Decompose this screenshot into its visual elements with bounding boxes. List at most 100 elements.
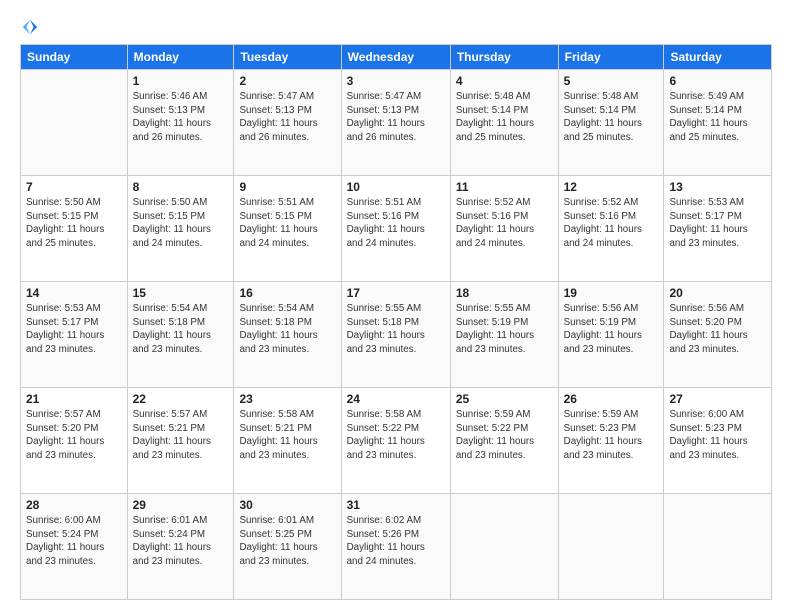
day-number: 25	[456, 392, 553, 406]
day-number: 23	[239, 392, 335, 406]
day-info: Sunrise: 6:01 AM Sunset: 5:24 PM Dayligh…	[133, 514, 229, 568]
calendar-cell: 23 Sunrise: 5:58 AM Sunset: 5:21 PM Dayli…	[234, 388, 341, 494]
logo-icon	[21, 18, 39, 36]
day-number: 11	[456, 180, 553, 194]
weekday-header: Friday	[558, 45, 664, 70]
day-number: 6	[669, 74, 766, 88]
calendar-cell	[558, 494, 664, 600]
weekday-header: Tuesday	[234, 45, 341, 70]
day-number: 24	[347, 392, 445, 406]
day-info: Sunrise: 5:49 AM Sunset: 5:14 PM Dayligh…	[669, 90, 766, 144]
calendar-week-row: 7 Sunrise: 5:50 AM Sunset: 5:15 PM Daylig…	[21, 176, 772, 282]
day-info: Sunrise: 5:47 AM Sunset: 5:13 PM Dayligh…	[239, 90, 335, 144]
calendar-week-row: 21Sunrise: 5:57 AM Sunset: 5:20 PM Dayli…	[21, 388, 772, 494]
day-info: Sunrise: 5:59 AM Sunset: 5:22 PM Dayligh…	[456, 408, 553, 462]
day-number: 8	[133, 180, 229, 194]
calendar-cell: 10Sunrise: 5:51 AM Sunset: 5:16 PM Dayli…	[341, 176, 450, 282]
day-info: Sunrise: 5:52 AM Sunset: 5:16 PM Dayligh…	[564, 196, 659, 250]
calendar-header-row: SundayMondayTuesdayWednesdayThursdayFrid…	[21, 45, 772, 70]
calendar-cell: 2 Sunrise: 5:47 AM Sunset: 5:13 PM Daylig…	[234, 70, 341, 176]
calendar-cell: 18 Sunrise: 5:55 AM Sunset: 5:19 PM Dayli…	[450, 282, 558, 388]
day-number: 5	[564, 74, 659, 88]
day-number: 31	[347, 498, 445, 512]
calendar-cell: 4 Sunrise: 5:48 AM Sunset: 5:14 PM Daylig…	[450, 70, 558, 176]
day-number: 18	[456, 286, 553, 300]
weekday-header: Wednesday	[341, 45, 450, 70]
weekday-header: Saturday	[664, 45, 772, 70]
day-info: Sunrise: 6:00 AM Sunset: 5:23 PM Dayligh…	[669, 408, 766, 462]
day-info: Sunrise: 5:52 AM Sunset: 5:16 PM Dayligh…	[456, 196, 553, 250]
calendar-cell	[450, 494, 558, 600]
calendar-cell: 26 Sunrise: 5:59 AM Sunset: 5:23 PM Dayli…	[558, 388, 664, 494]
day-info: Sunrise: 5:46 AM Sunset: 5:13 PM Dayligh…	[133, 90, 229, 144]
calendar-cell: 29Sunrise: 6:01 AM Sunset: 5:24 PM Dayli…	[127, 494, 234, 600]
calendar-cell: 5 Sunrise: 5:48 AM Sunset: 5:14 PM Daylig…	[558, 70, 664, 176]
day-info: Sunrise: 5:53 AM Sunset: 5:17 PM Dayligh…	[669, 196, 766, 250]
day-info: Sunrise: 5:55 AM Sunset: 5:18 PM Dayligh…	[347, 302, 445, 356]
day-number: 19	[564, 286, 659, 300]
calendar-cell: 7 Sunrise: 5:50 AM Sunset: 5:15 PM Daylig…	[21, 176, 128, 282]
calendar-cell: 27 Sunrise: 6:00 AM Sunset: 5:23 PM Dayli…	[664, 388, 772, 494]
day-info: Sunrise: 6:01 AM Sunset: 5:25 PM Dayligh…	[239, 514, 335, 568]
day-info: Sunrise: 5:58 AM Sunset: 5:22 PM Dayligh…	[347, 408, 445, 462]
calendar-cell: 22Sunrise: 5:57 AM Sunset: 5:21 PM Dayli…	[127, 388, 234, 494]
day-number: 12	[564, 180, 659, 194]
day-info: Sunrise: 5:50 AM Sunset: 5:15 PM Dayligh…	[133, 196, 229, 250]
day-number: 7	[26, 180, 122, 194]
day-info: Sunrise: 5:53 AM Sunset: 5:17 PM Dayligh…	[26, 302, 122, 356]
day-info: Sunrise: 5:54 AM Sunset: 5:18 PM Dayligh…	[239, 302, 335, 356]
calendar-cell: 6 Sunrise: 5:49 AM Sunset: 5:14 PM Daylig…	[664, 70, 772, 176]
day-info: Sunrise: 5:56 AM Sunset: 5:19 PM Dayligh…	[564, 302, 659, 356]
calendar-cell	[664, 494, 772, 600]
day-info: Sunrise: 5:48 AM Sunset: 5:14 PM Dayligh…	[456, 90, 553, 144]
weekday-header: Thursday	[450, 45, 558, 70]
calendar-cell: 11 Sunrise: 5:52 AM Sunset: 5:16 PM Dayli…	[450, 176, 558, 282]
calendar-cell: 24 Sunrise: 5:58 AM Sunset: 5:22 PM Dayli…	[341, 388, 450, 494]
day-number: 13	[669, 180, 766, 194]
calendar-cell: 12 Sunrise: 5:52 AM Sunset: 5:16 PM Dayli…	[558, 176, 664, 282]
day-number: 28	[26, 498, 122, 512]
calendar-cell	[21, 70, 128, 176]
day-number: 14	[26, 286, 122, 300]
day-number: 17	[347, 286, 445, 300]
calendar-table: SundayMondayTuesdayWednesdayThursdayFrid…	[20, 44, 772, 600]
calendar-cell: 28 Sunrise: 6:00 AM Sunset: 5:24 PM Dayli…	[21, 494, 128, 600]
day-info: Sunrise: 5:58 AM Sunset: 5:21 PM Dayligh…	[239, 408, 335, 462]
calendar-week-row: 1 Sunrise: 5:46 AM Sunset: 5:13 PM Daylig…	[21, 70, 772, 176]
calendar-cell: 25 Sunrise: 5:59 AM Sunset: 5:22 PM Dayli…	[450, 388, 558, 494]
day-info: Sunrise: 5:57 AM Sunset: 5:20 PM Dayligh…	[26, 408, 122, 462]
calendar-week-row: 14 Sunrise: 5:53 AM Sunset: 5:17 PM Dayli…	[21, 282, 772, 388]
day-info: Sunrise: 5:56 AM Sunset: 5:20 PM Dayligh…	[669, 302, 766, 356]
calendar-cell: 17 Sunrise: 5:55 AM Sunset: 5:18 PM Dayli…	[341, 282, 450, 388]
calendar-cell: 19 Sunrise: 5:56 AM Sunset: 5:19 PM Dayli…	[558, 282, 664, 388]
header	[20, 18, 772, 36]
logo-text	[20, 18, 40, 36]
weekday-header: Sunday	[21, 45, 128, 70]
day-info: Sunrise: 5:48 AM Sunset: 5:14 PM Dayligh…	[564, 90, 659, 144]
day-number: 20	[669, 286, 766, 300]
day-number: 10	[347, 180, 445, 194]
day-info: Sunrise: 5:57 AM Sunset: 5:21 PM Dayligh…	[133, 408, 229, 462]
day-number: 4	[456, 74, 553, 88]
day-number: 27	[669, 392, 766, 406]
calendar-cell: 15Sunrise: 5:54 AM Sunset: 5:18 PM Dayli…	[127, 282, 234, 388]
calendar-cell: 21Sunrise: 5:57 AM Sunset: 5:20 PM Dayli…	[21, 388, 128, 494]
calendar-cell: 13 Sunrise: 5:53 AM Sunset: 5:17 PM Dayli…	[664, 176, 772, 282]
day-info: Sunrise: 5:51 AM Sunset: 5:15 PM Dayligh…	[239, 196, 335, 250]
day-number: 26	[564, 392, 659, 406]
calendar-cell: 14 Sunrise: 5:53 AM Sunset: 5:17 PM Dayli…	[21, 282, 128, 388]
day-info: Sunrise: 5:50 AM Sunset: 5:15 PM Dayligh…	[26, 196, 122, 250]
calendar-cell: 20 Sunrise: 5:56 AM Sunset: 5:20 PM Dayli…	[664, 282, 772, 388]
day-number: 2	[239, 74, 335, 88]
calendar-cell: 31 Sunrise: 6:02 AM Sunset: 5:26 PM Dayli…	[341, 494, 450, 600]
calendar-cell: 1 Sunrise: 5:46 AM Sunset: 5:13 PM Daylig…	[127, 70, 234, 176]
calendar-cell: 3Sunrise: 5:47 AM Sunset: 5:13 PM Daylig…	[341, 70, 450, 176]
day-info: Sunrise: 6:00 AM Sunset: 5:24 PM Dayligh…	[26, 514, 122, 568]
calendar-cell: 9 Sunrise: 5:51 AM Sunset: 5:15 PM Daylig…	[234, 176, 341, 282]
day-info: Sunrise: 5:55 AM Sunset: 5:19 PM Dayligh…	[456, 302, 553, 356]
day-info: Sunrise: 5:59 AM Sunset: 5:23 PM Dayligh…	[564, 408, 659, 462]
day-number: 9	[239, 180, 335, 194]
day-info: Sunrise: 6:02 AM Sunset: 5:26 PM Dayligh…	[347, 514, 445, 568]
day-number: 30	[239, 498, 335, 512]
day-number: 1	[133, 74, 229, 88]
